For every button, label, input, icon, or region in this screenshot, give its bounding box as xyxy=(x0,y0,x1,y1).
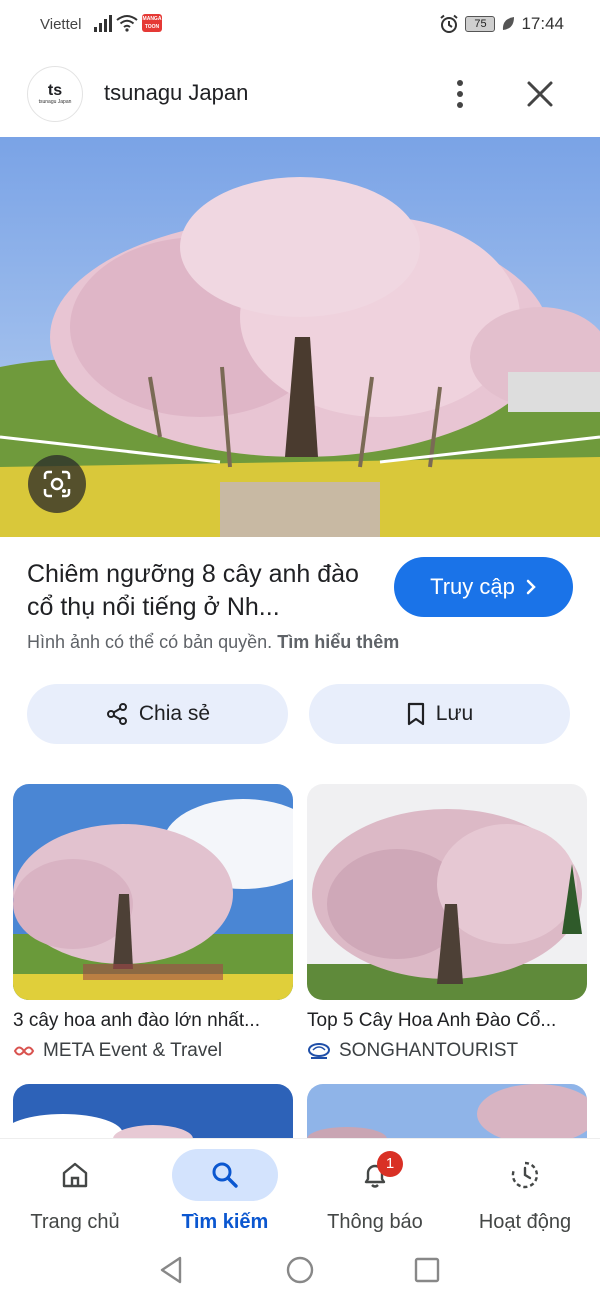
nav-home-label: Trang chủ xyxy=(30,1211,120,1233)
related-image[interactable] xyxy=(307,784,587,1000)
more-options-button[interactable] xyxy=(444,74,476,114)
copyright-notice: Hình ảnh có thể có bản quyền. Tìm hiểu t… xyxy=(27,632,399,653)
save-label: Lưu xyxy=(435,702,474,725)
sky-thumbnail xyxy=(13,1084,293,1144)
google-lens-button[interactable] xyxy=(28,455,86,513)
save-button[interactable]: Lưu xyxy=(309,684,570,744)
nav-activity-label: Hoạt động xyxy=(478,1211,572,1233)
related-caption[interactable]: Top 5 Cây Hoa Anh Đào Cổ... xyxy=(307,1010,587,1032)
site-name: tsunagu Japan xyxy=(104,80,249,105)
bookmark-icon xyxy=(407,702,424,726)
chevron-right-icon xyxy=(526,579,536,595)
meta-travel-logo-icon xyxy=(13,1046,35,1056)
related-result-card[interactable]: 3 cây hoa anh đào lớn nhất... META Event… xyxy=(13,784,293,1062)
related-caption[interactable]: 3 cây hoa anh đào lớn nhất... xyxy=(13,1010,293,1032)
nav-activity[interactable]: Hoạt động xyxy=(455,1149,595,1234)
result-header: ts tsunagu Japan tsunagu Japan xyxy=(0,56,600,132)
carrier-name: Viettel xyxy=(40,16,82,33)
logo-text: tsunagu Japan xyxy=(38,99,72,105)
main-image[interactable] xyxy=(0,137,600,537)
cherry-tree-photo xyxy=(0,137,600,537)
cherry-tree-thumbnail xyxy=(307,784,587,1000)
signal-icon xyxy=(94,14,112,32)
related-image-partial[interactable] xyxy=(307,1084,587,1144)
leaf-icon xyxy=(503,17,515,30)
logo-mark: ts xyxy=(47,82,63,99)
lens-icon xyxy=(43,470,71,498)
cherry-tree-thumbnail xyxy=(13,784,293,1000)
status-bar: Viettel MANGA TOON 75 17:44 xyxy=(0,0,600,50)
source-name: SONGHANTOURIST xyxy=(339,1040,519,1061)
notification-badge: 1 xyxy=(377,1151,403,1177)
related-image-partial[interactable] xyxy=(13,1084,293,1144)
copyright-text: Hình ảnh có thể có bản quyền. xyxy=(27,632,273,652)
nav-search-label: Tìm kiếm xyxy=(181,1211,269,1233)
system-navigation-bar xyxy=(0,1242,600,1300)
songhan-logo-icon xyxy=(308,1043,330,1059)
nav-notifications[interactable]: 1 Thông báo xyxy=(305,1149,445,1234)
home-icon xyxy=(62,1162,88,1188)
back-icon[interactable] xyxy=(152,1250,192,1290)
sky-thumbnail xyxy=(307,1084,587,1144)
recents-icon[interactable] xyxy=(407,1250,447,1290)
mangatoon-notification-icon: MANGA TOON xyxy=(142,14,162,32)
share-label: Chia sẻ xyxy=(138,702,211,725)
alarm-icon xyxy=(440,14,459,33)
related-result-card[interactable]: Top 5 Cây Hoa Anh Đào Cổ... SONGHANTOURI… xyxy=(307,784,587,1062)
clock: 17:44 xyxy=(521,14,564,33)
related-image[interactable] xyxy=(13,784,293,1000)
more-vert-icon xyxy=(457,80,463,86)
visit-label: Truy cập xyxy=(430,574,515,599)
related-source: SONGHANTOURIST xyxy=(307,1040,587,1062)
battery-indicator: 75 xyxy=(465,16,496,32)
nav-home[interactable]: Trang chủ xyxy=(5,1149,145,1234)
result-title[interactable]: Chiêm ngưỡng 8 cây anh đào cổ thụ nổi ti… xyxy=(27,558,377,624)
share-button[interactable]: Chia sẻ xyxy=(27,684,288,744)
share-icon xyxy=(106,703,127,725)
activity-icon xyxy=(511,1161,539,1189)
close-button[interactable] xyxy=(522,76,558,112)
nav-notifications-label: Thông báo xyxy=(327,1211,423,1233)
visit-button[interactable]: Truy cập xyxy=(394,557,573,617)
wifi-icon xyxy=(116,15,138,32)
learn-more-link[interactable]: Tìm hiểu thêm xyxy=(277,632,399,652)
bottom-navigation: Trang chủ Tìm kiếm 1 Thông báo Hoạt động xyxy=(0,1138,600,1242)
source-name: META Event & Travel xyxy=(43,1040,223,1061)
site-logo: ts tsunagu Japan xyxy=(27,66,83,122)
home-circle-icon[interactable] xyxy=(280,1250,320,1290)
search-icon xyxy=(212,1162,238,1188)
nav-search[interactable]: Tìm kiếm xyxy=(155,1149,295,1234)
related-source: META Event & Travel xyxy=(13,1040,293,1062)
